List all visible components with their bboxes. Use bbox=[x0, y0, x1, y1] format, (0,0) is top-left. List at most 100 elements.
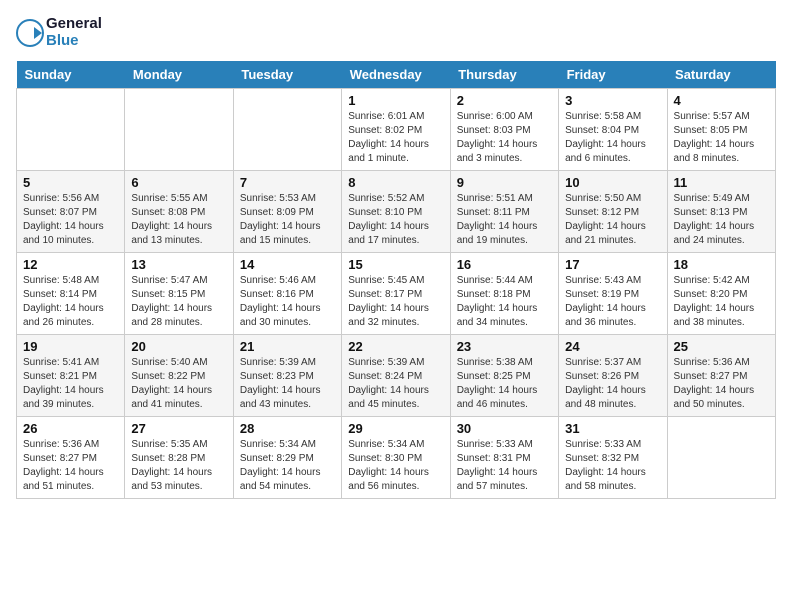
day-info: Sunrise: 5:38 AM Sunset: 8:25 PM Dayligh… bbox=[457, 356, 552, 412]
day-info: Sunrise: 5:52 AM Sunset: 8:10 PM Dayligh… bbox=[348, 192, 443, 248]
day-number: 5 bbox=[23, 175, 118, 190]
day-number: 20 bbox=[131, 339, 226, 354]
week-row-1: 1 Sunrise: 6:01 AM Sunset: 8:02 PM Daylig… bbox=[17, 89, 776, 171]
calendar-cell: 4 Sunrise: 5:57 AM Sunset: 8:05 PM Daylig… bbox=[667, 89, 775, 171]
weekday-header-friday: Friday bbox=[559, 61, 667, 89]
day-number: 13 bbox=[131, 257, 226, 272]
weekday-header-wednesday: Wednesday bbox=[342, 61, 450, 89]
calendar-cell: 31Sunrise: 5:33 AM Sunset: 8:32 PM Dayli… bbox=[559, 417, 667, 499]
day-info: Sunrise: 5:39 AM Sunset: 8:24 PM Dayligh… bbox=[348, 356, 443, 412]
calendar-cell: 8 Sunrise: 5:52 AM Sunset: 8:10 PM Daylig… bbox=[342, 171, 450, 253]
day-number: 4 bbox=[674, 93, 769, 108]
day-number: 14 bbox=[240, 257, 335, 272]
calendar-cell: 27 Sunrise: 5:35 AM Sunset: 8:28 PM Dayli… bbox=[125, 417, 233, 499]
calendar-cell: 1 Sunrise: 6:01 AM Sunset: 8:02 PM Daylig… bbox=[342, 89, 450, 171]
logo-general: General bbox=[46, 16, 102, 33]
calendar-cell: 7Sunrise: 5:53 AM Sunset: 8:09 PM Daylig… bbox=[233, 171, 341, 253]
calendar-cell bbox=[125, 89, 233, 171]
day-info: Sunrise: 5:35 AM Sunset: 8:28 PM Dayligh… bbox=[131, 438, 226, 494]
day-info: Sunrise: 5:51 AM Sunset: 8:11 PM Dayligh… bbox=[457, 192, 552, 248]
logo-blue: Blue bbox=[46, 33, 102, 50]
calendar-cell: 12 Sunrise: 5:48 AM Sunset: 8:14 PM Dayli… bbox=[17, 253, 125, 335]
calendar-cell: 29Sunrise: 5:34 AM Sunset: 8:30 PM Dayli… bbox=[342, 417, 450, 499]
day-number: 21 bbox=[240, 339, 335, 354]
calendar-cell: 5 Sunrise: 5:56 AM Sunset: 8:07 PM Daylig… bbox=[17, 171, 125, 253]
calendar-cell: 6Sunrise: 5:55 AM Sunset: 8:08 PM Daylig… bbox=[125, 171, 233, 253]
calendar-cell: 30 Sunrise: 5:33 AM Sunset: 8:31 PM Dayli… bbox=[450, 417, 558, 499]
day-number: 31 bbox=[565, 421, 660, 436]
calendar-cell: 22 Sunrise: 5:39 AM Sunset: 8:24 PM Dayli… bbox=[342, 335, 450, 417]
calendar-cell: 20 Sunrise: 5:40 AM Sunset: 8:22 PM Dayli… bbox=[125, 335, 233, 417]
day-info: Sunrise: 5:36 AM Sunset: 8:27 PM Dayligh… bbox=[23, 438, 118, 494]
calendar-cell: 9 Sunrise: 5:51 AM Sunset: 8:11 PM Daylig… bbox=[450, 171, 558, 253]
calendar-cell bbox=[17, 89, 125, 171]
day-number: 19 bbox=[23, 339, 118, 354]
day-number: 25 bbox=[674, 339, 769, 354]
week-row-3: 12 Sunrise: 5:48 AM Sunset: 8:14 PM Dayli… bbox=[17, 253, 776, 335]
day-info: Sunrise: 5:43 AM Sunset: 8:19 PM Dayligh… bbox=[565, 274, 660, 330]
day-number: 30 bbox=[457, 421, 552, 436]
day-info: Sunrise: 5:56 AM Sunset: 8:07 PM Dayligh… bbox=[23, 192, 118, 248]
calendar-cell: 19 Sunrise: 5:41 AM Sunset: 8:21 PM Dayli… bbox=[17, 335, 125, 417]
day-info: Sunrise: 5:48 AM Sunset: 8:14 PM Dayligh… bbox=[23, 274, 118, 330]
logo-svg bbox=[16, 19, 44, 47]
day-info: Sunrise: 5:39 AM Sunset: 8:23 PM Dayligh… bbox=[240, 356, 335, 412]
day-info: Sunrise: 5:45 AM Sunset: 8:17 PM Dayligh… bbox=[348, 274, 443, 330]
day-number: 26 bbox=[23, 421, 118, 436]
day-number: 24 bbox=[565, 339, 660, 354]
calendar-table: SundayMondayTuesdayWednesdayThursdayFrid… bbox=[16, 61, 776, 499]
day-info: Sunrise: 5:46 AM Sunset: 8:16 PM Dayligh… bbox=[240, 274, 335, 330]
day-info: Sunrise: 5:55 AM Sunset: 8:08 PM Dayligh… bbox=[131, 192, 226, 248]
calendar-cell: 16Sunrise: 5:44 AM Sunset: 8:18 PM Dayli… bbox=[450, 253, 558, 335]
day-number: 16 bbox=[457, 257, 552, 272]
weekday-header-saturday: Saturday bbox=[667, 61, 775, 89]
weekday-header-monday: Monday bbox=[125, 61, 233, 89]
calendar-cell: 14 Sunrise: 5:46 AM Sunset: 8:16 PM Dayli… bbox=[233, 253, 341, 335]
calendar-cell: 23 Sunrise: 5:38 AM Sunset: 8:25 PM Dayli… bbox=[450, 335, 558, 417]
week-row-4: 19 Sunrise: 5:41 AM Sunset: 8:21 PM Dayli… bbox=[17, 335, 776, 417]
day-info: Sunrise: 5:37 AM Sunset: 8:26 PM Dayligh… bbox=[565, 356, 660, 412]
day-info: Sunrise: 5:34 AM Sunset: 8:30 PM Dayligh… bbox=[348, 438, 443, 494]
calendar-cell: 21 Sunrise: 5:39 AM Sunset: 8:23 PM Dayli… bbox=[233, 335, 341, 417]
day-number: 28 bbox=[240, 421, 335, 436]
calendar-cell: 3Sunrise: 5:58 AM Sunset: 8:04 PM Daylig… bbox=[559, 89, 667, 171]
calendar-cell: 25 Sunrise: 5:36 AM Sunset: 8:27 PM Dayli… bbox=[667, 335, 775, 417]
day-info: Sunrise: 5:41 AM Sunset: 8:21 PM Dayligh… bbox=[23, 356, 118, 412]
day-info: Sunrise: 6:01 AM Sunset: 8:02 PM Dayligh… bbox=[348, 110, 443, 166]
day-number: 8 bbox=[348, 175, 443, 190]
calendar-cell bbox=[233, 89, 341, 171]
weekday-header-thursday: Thursday bbox=[450, 61, 558, 89]
day-info: Sunrise: 5:33 AM Sunset: 8:31 PM Dayligh… bbox=[457, 438, 552, 494]
calendar-cell: 11Sunrise: 5:49 AM Sunset: 8:13 PM Dayli… bbox=[667, 171, 775, 253]
day-number: 9 bbox=[457, 175, 552, 190]
day-number: 27 bbox=[131, 421, 226, 436]
logo: General Blue bbox=[16, 16, 102, 49]
day-number: 17 bbox=[565, 257, 660, 272]
day-info: Sunrise: 5:40 AM Sunset: 8:22 PM Dayligh… bbox=[131, 356, 226, 412]
calendar-cell: 13Sunrise: 5:47 AM Sunset: 8:15 PM Dayli… bbox=[125, 253, 233, 335]
day-number: 1 bbox=[348, 93, 443, 108]
day-info: Sunrise: 5:36 AM Sunset: 8:27 PM Dayligh… bbox=[674, 356, 769, 412]
day-number: 3 bbox=[565, 93, 660, 108]
day-number: 22 bbox=[348, 339, 443, 354]
day-info: Sunrise: 5:34 AM Sunset: 8:29 PM Dayligh… bbox=[240, 438, 335, 494]
calendar-cell: 2Sunrise: 6:00 AM Sunset: 8:03 PM Daylig… bbox=[450, 89, 558, 171]
day-info: Sunrise: 5:50 AM Sunset: 8:12 PM Dayligh… bbox=[565, 192, 660, 248]
day-number: 2 bbox=[457, 93, 552, 108]
day-number: 12 bbox=[23, 257, 118, 272]
calendar-cell: 10 Sunrise: 5:50 AM Sunset: 8:12 PM Dayli… bbox=[559, 171, 667, 253]
weekday-header-row: SundayMondayTuesdayWednesdayThursdayFrid… bbox=[17, 61, 776, 89]
page-header: General Blue bbox=[16, 16, 776, 49]
weekday-header-sunday: Sunday bbox=[17, 61, 125, 89]
day-info: Sunrise: 5:42 AM Sunset: 8:20 PM Dayligh… bbox=[674, 274, 769, 330]
day-number: 23 bbox=[457, 339, 552, 354]
week-row-5: 26 Sunrise: 5:36 AM Sunset: 8:27 PM Dayli… bbox=[17, 417, 776, 499]
calendar-cell: 24 Sunrise: 5:37 AM Sunset: 8:26 PM Dayli… bbox=[559, 335, 667, 417]
calendar-cell bbox=[667, 417, 775, 499]
calendar-cell: 18Sunrise: 5:42 AM Sunset: 8:20 PM Dayli… bbox=[667, 253, 775, 335]
calendar-cell: 15Sunrise: 5:45 AM Sunset: 8:17 PM Dayli… bbox=[342, 253, 450, 335]
day-number: 10 bbox=[565, 175, 660, 190]
day-info: Sunrise: 5:57 AM Sunset: 8:05 PM Dayligh… bbox=[674, 110, 769, 166]
week-row-2: 5 Sunrise: 5:56 AM Sunset: 8:07 PM Daylig… bbox=[17, 171, 776, 253]
day-info: Sunrise: 5:53 AM Sunset: 8:09 PM Dayligh… bbox=[240, 192, 335, 248]
